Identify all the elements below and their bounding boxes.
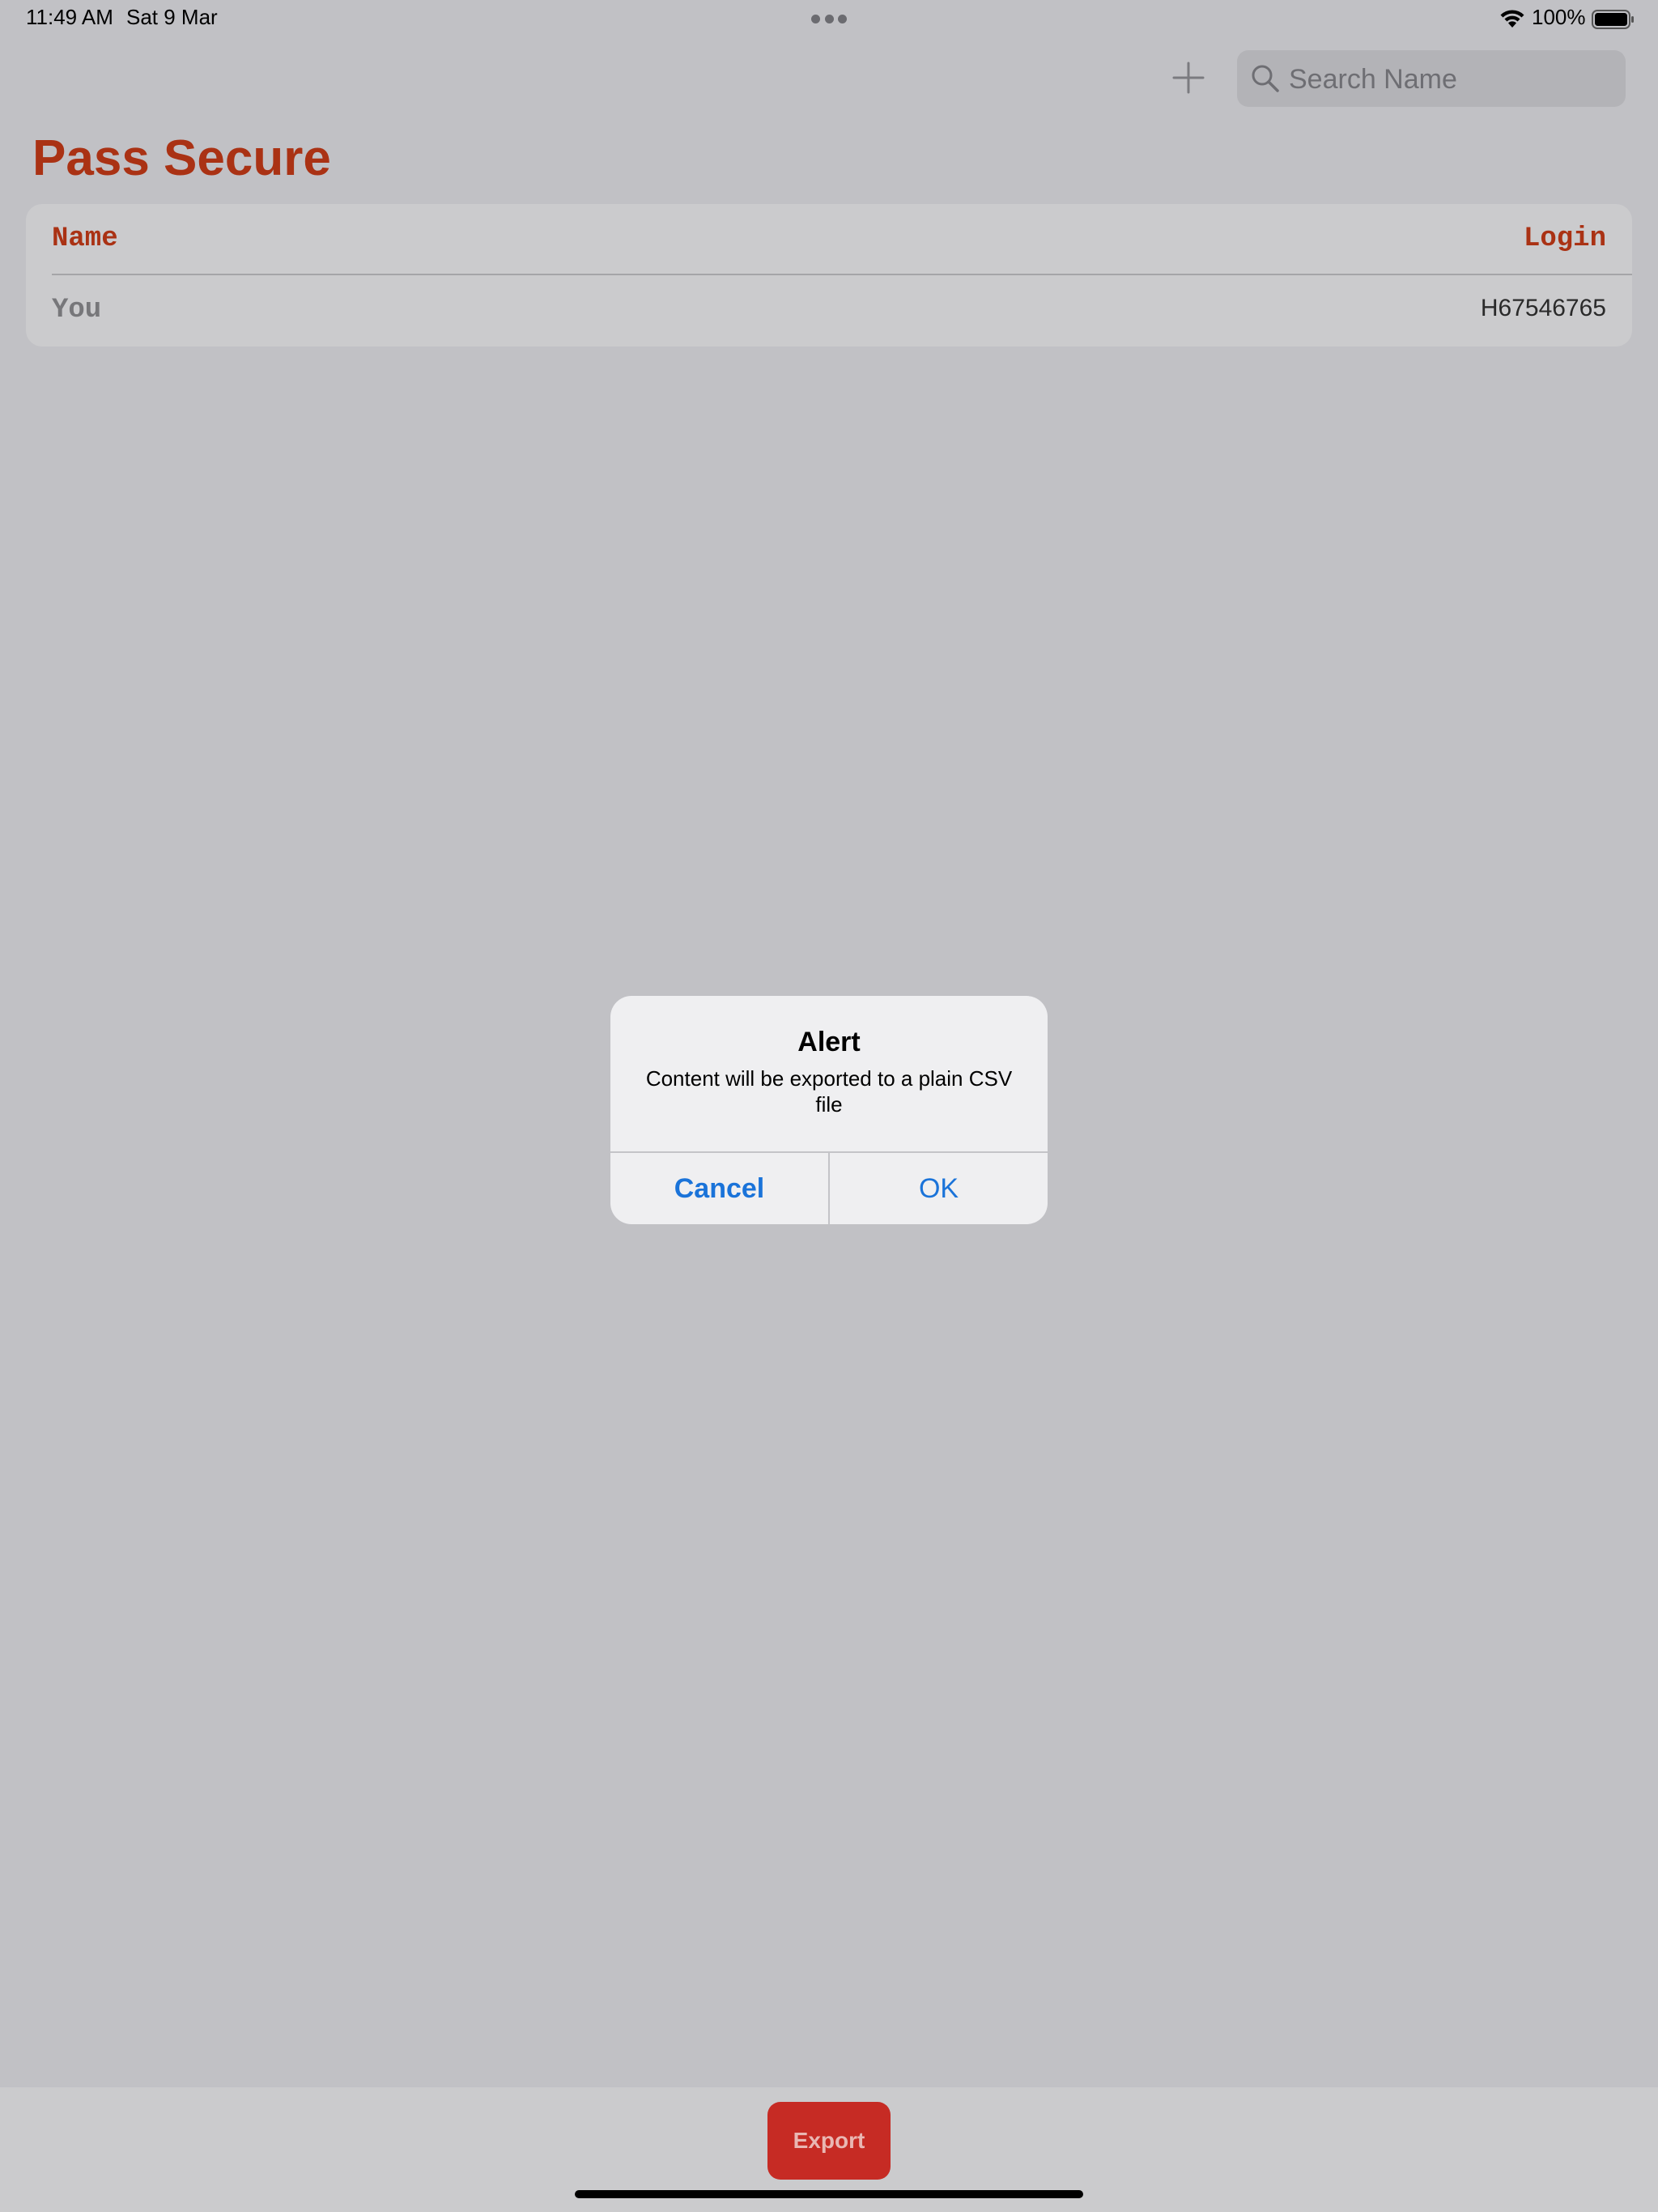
status-bar: 11:49 AM Sat 9 Mar 100% [0, 0, 1658, 39]
search-input[interactable] [1287, 57, 1614, 102]
search-icon [1252, 65, 1279, 92]
cell-name: You [52, 295, 102, 325]
alert-message: Content will be exported to a plain CSV … [645, 1066, 1013, 1117]
page-title: Pass Secure [32, 130, 331, 186]
table-header: Name Login [52, 204, 1632, 275]
cancel-button[interactable]: Cancel [610, 1153, 828, 1224]
plus-icon [1172, 62, 1205, 94]
battery-percent: 100% [1532, 5, 1586, 29]
alert-title: Alert [797, 1027, 861, 1057]
column-header-name[interactable]: Name [52, 223, 118, 254]
status-time: 11:49 AM [26, 5, 113, 29]
battery-icon [1592, 10, 1634, 29]
status-date: Sat 9 Mar [126, 5, 218, 29]
add-button[interactable] [1167, 57, 1209, 99]
entries-table: Name Login You H67546765 [26, 204, 1632, 347]
column-header-login[interactable]: Login [1524, 223, 1606, 254]
ok-button[interactable]: OK [830, 1153, 1048, 1224]
table-row[interactable]: You H67546765 [52, 275, 1632, 347]
alert-dialog: Alert Content will be exported to a plai… [610, 996, 1048, 1224]
home-indicator[interactable] [575, 2190, 1083, 2198]
export-button[interactable]: Export [767, 2102, 891, 2180]
search-field[interactable] [1237, 50, 1626, 107]
cell-login: H67546765 [1480, 295, 1606, 321]
wifi-icon [1500, 10, 1524, 28]
multitask-dots-icon[interactable] [811, 15, 847, 24]
